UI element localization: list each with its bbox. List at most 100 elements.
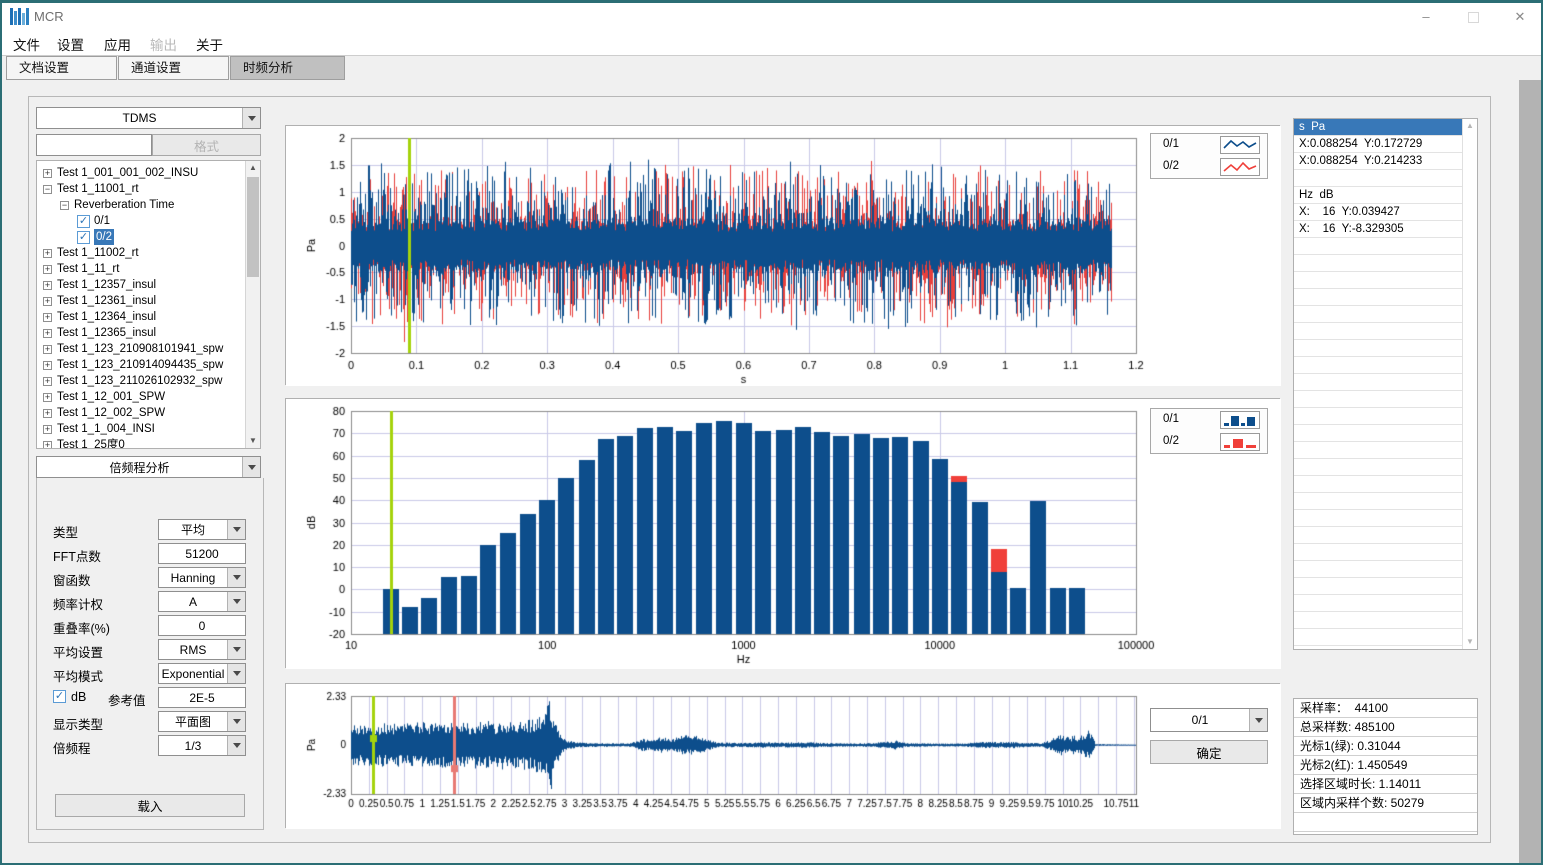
tree-row[interactable]: +Test 1_1_004_INSI xyxy=(39,421,244,437)
tree-row[interactable]: +Test 1_001_001_002_INSU xyxy=(39,165,244,181)
scroll-down-icon[interactable]: ▼ xyxy=(246,434,260,448)
scroll-down-icon[interactable]: ▼ xyxy=(1463,635,1477,649)
tree-row[interactable]: −Reverberation Time xyxy=(39,197,244,213)
menu-item-2[interactable]: 设置 xyxy=(57,34,84,54)
menu-item-5[interactable]: 关于 xyxy=(196,34,223,54)
readout-row[interactable] xyxy=(1294,561,1463,578)
tab-2[interactable]: 通道设置 xyxy=(118,56,229,80)
readout-row[interactable] xyxy=(1294,544,1463,561)
close-button[interactable]: ✕ xyxy=(1504,8,1536,27)
chevron-down-icon[interactable] xyxy=(227,640,245,659)
file-format-combo[interactable]: TDMS xyxy=(36,107,261,129)
expand-icon[interactable]: + xyxy=(43,329,52,338)
tree-row[interactable]: +Test 1_12357_insul xyxy=(39,277,244,293)
menu-item-1[interactable]: 文件 xyxy=(13,34,40,54)
filter-input[interactable] xyxy=(36,134,152,156)
minimize-button[interactable]: – xyxy=(1410,8,1442,27)
readout-row[interactable] xyxy=(1294,459,1463,476)
chevron-down-icon[interactable] xyxy=(227,664,245,683)
tree-row[interactable]: +Test 1_12365_insul xyxy=(39,325,244,341)
field-combo-3[interactable]: A xyxy=(158,591,246,612)
db-checkbox[interactable]: ✓ xyxy=(53,690,66,703)
readout-row[interactable] xyxy=(1294,340,1463,357)
chevron-down-icon[interactable] xyxy=(1249,709,1267,731)
field-combo-8[interactable]: 平面图 xyxy=(158,711,246,732)
expand-icon[interactable]: + xyxy=(43,313,52,322)
readout-row[interactable] xyxy=(1294,238,1463,255)
scroll-up-icon[interactable]: ▲ xyxy=(1463,119,1477,133)
tree-row[interactable]: ✓0/2 xyxy=(39,229,244,245)
readout-row[interactable] xyxy=(1294,493,1463,510)
expand-icon[interactable]: + xyxy=(43,441,52,450)
menu-item-3[interactable]: 应用 xyxy=(104,34,131,54)
readout-row[interactable]: X: 16 Y:0.039427 xyxy=(1294,204,1463,221)
tree-row[interactable]: +Test 1_12_001_SPW xyxy=(39,389,244,405)
expand-icon[interactable]: + xyxy=(43,409,52,418)
time-waveform-canvas[interactable] xyxy=(286,126,1281,386)
readout-row[interactable]: X: 16 Y:-8.329305 xyxy=(1294,221,1463,238)
tree-row[interactable]: +Test 1_123_211026102932_spw xyxy=(39,373,244,389)
expand-icon[interactable]: + xyxy=(43,297,52,306)
field-combo-5[interactable]: RMS xyxy=(158,639,246,660)
readout-row[interactable]: Hz dB xyxy=(1294,187,1463,204)
octave-spectrum-canvas[interactable] xyxy=(286,399,1281,669)
checkbox-checked-icon[interactable]: ✓ xyxy=(77,215,90,228)
tree-row[interactable]: +Test 1_12_002_SPW xyxy=(39,405,244,421)
readout-row[interactable] xyxy=(1294,595,1463,612)
collapse-icon[interactable]: − xyxy=(60,201,69,210)
tree-row[interactable]: +Test 1_123_210908101941_spw xyxy=(39,341,244,357)
tree-row[interactable]: +Test 1_11002_rt xyxy=(39,245,244,261)
load-button[interactable]: 载入 xyxy=(55,794,245,817)
readout-row[interactable] xyxy=(1294,408,1463,425)
tree-scroll-thumb[interactable] xyxy=(247,177,259,277)
field-combo-2[interactable]: Hanning xyxy=(158,567,246,588)
tree-row[interactable]: +Test 1_11_rt xyxy=(39,261,244,277)
field-input-1[interactable]: 51200 xyxy=(158,543,246,564)
chevron-down-icon[interactable] xyxy=(242,108,260,128)
tree-row[interactable]: +Test 1_25度0 xyxy=(39,437,244,449)
chevron-down-icon[interactable] xyxy=(227,712,245,731)
readout-row[interactable] xyxy=(1294,357,1463,374)
readout-row[interactable] xyxy=(1294,306,1463,323)
field-combo-6[interactable]: Exponential xyxy=(158,663,246,684)
expand-icon[interactable]: + xyxy=(43,361,52,370)
tab-3[interactable]: 时频分析 xyxy=(230,56,345,80)
tree-row[interactable]: ✓0/1 xyxy=(39,213,244,229)
tree-row[interactable]: +Test 1_12364_insul xyxy=(39,309,244,325)
readout-row[interactable] xyxy=(1294,476,1463,493)
expand-icon[interactable]: + xyxy=(43,425,52,434)
readout-row[interactable] xyxy=(1294,510,1463,527)
expand-icon[interactable]: + xyxy=(43,169,52,178)
expand-icon[interactable]: + xyxy=(43,377,52,386)
readout-row[interactable] xyxy=(1294,578,1463,595)
readout-row[interactable] xyxy=(1294,391,1463,408)
readout-row[interactable] xyxy=(1294,272,1463,289)
expand-icon[interactable]: + xyxy=(43,265,52,274)
readout-row[interactable] xyxy=(1294,442,1463,459)
chevron-down-icon[interactable] xyxy=(227,520,245,539)
tree-row[interactable]: −Test 1_11001_rt xyxy=(39,181,244,197)
readout-row[interactable] xyxy=(1294,170,1463,187)
readout-row[interactable] xyxy=(1294,255,1463,272)
channel-combo[interactable]: 0/1 xyxy=(1150,708,1268,732)
field-combo-0[interactable]: 平均 xyxy=(158,519,246,540)
field-combo-9[interactable]: 1/3 xyxy=(158,735,246,756)
tab-1[interactable]: 文档设置 xyxy=(6,56,117,80)
readout-row[interactable] xyxy=(1294,629,1463,646)
ref-value-input[interactable]: 2E-5 xyxy=(158,687,246,708)
tree-row[interactable]: +Test 1_12361_insul xyxy=(39,293,244,309)
readout-row[interactable] xyxy=(1294,323,1463,340)
format-button[interactable]: 格式 xyxy=(152,134,261,156)
readout-row[interactable] xyxy=(1294,289,1463,306)
chevron-down-icon[interactable] xyxy=(227,592,245,611)
chevron-down-icon[interactable] xyxy=(227,568,245,587)
checkbox-checked-icon[interactable]: ✓ xyxy=(77,231,90,244)
readout-row[interactable]: X:0.088254 Y:0.214233 xyxy=(1294,153,1463,170)
readout-row[interactable] xyxy=(1294,612,1463,629)
readout-row[interactable] xyxy=(1294,425,1463,442)
expand-icon[interactable]: + xyxy=(43,393,52,402)
confirm-button[interactable]: 确定 xyxy=(1150,740,1268,764)
expand-icon[interactable]: + xyxy=(43,345,52,354)
scroll-up-icon[interactable]: ▲ xyxy=(246,161,260,175)
readout-row[interactable] xyxy=(1294,374,1463,391)
